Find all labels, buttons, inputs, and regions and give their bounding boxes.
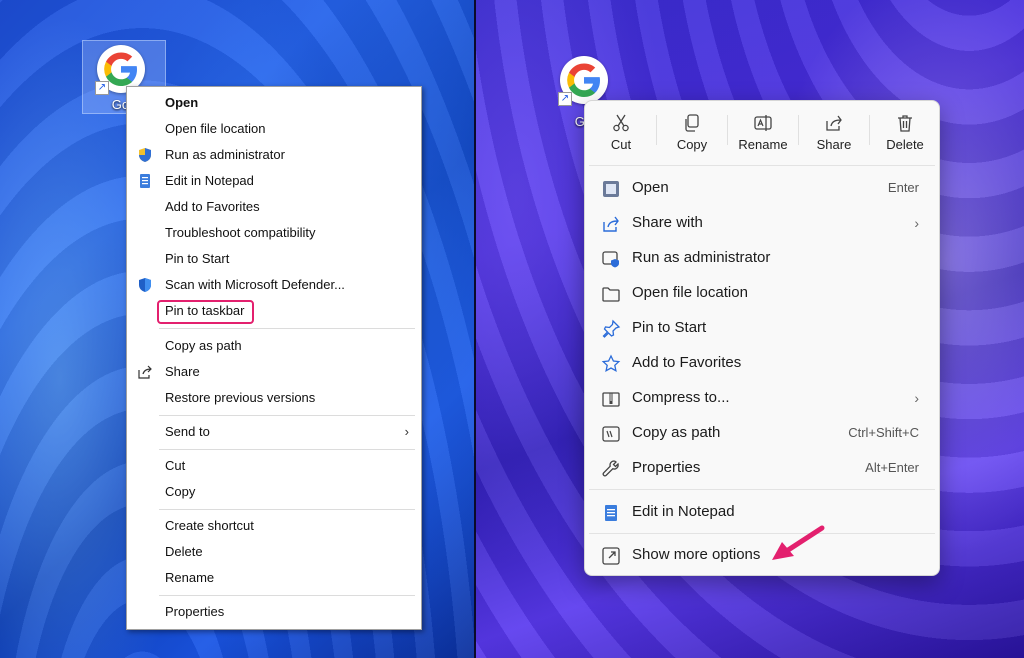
- shortcut-arrow-icon: ↗: [95, 81, 109, 95]
- defender-shield-icon: [139, 278, 151, 292]
- menu-item-copy-as-path[interactable]: Copy as path: [127, 333, 421, 359]
- copy-button[interactable]: Copy: [662, 109, 722, 159]
- folder-icon: [602, 287, 620, 302]
- menu-toolbar: Cut Copy Rename Share Delete: [585, 101, 939, 163]
- notepad-icon: [605, 505, 617, 521]
- menu-item-open[interactable]: Open Enter: [591, 171, 935, 205]
- menu-item-compress-to[interactable]: Compress to... ›: [591, 381, 935, 415]
- menu-separator: [159, 415, 415, 416]
- toolbar-separator: [798, 115, 799, 145]
- menu-item-edit-in-notepad[interactable]: Edit in Notepad: [127, 168, 421, 194]
- menu-item-cut[interactable]: Cut: [127, 453, 421, 479]
- cut-button[interactable]: Cut: [591, 109, 651, 159]
- menu-item-show-more-options[interactable]: Show more options: [591, 538, 935, 572]
- menu-separator: [589, 489, 935, 490]
- zip-folder-icon: [602, 392, 620, 407]
- menu-item-add-to-favorites[interactable]: Add to Favorites: [591, 346, 935, 380]
- submenu-chevron-icon: ›: [914, 390, 919, 406]
- menu-item-pin-to-start[interactable]: Pin to Start: [127, 246, 421, 272]
- menu-separator: [589, 533, 935, 534]
- submenu-chevron-icon: ›: [914, 215, 919, 231]
- menu-item-properties[interactable]: Properties: [127, 599, 421, 625]
- menu-item-open-file-location[interactable]: Open file location: [591, 276, 935, 310]
- menu-separator: [159, 509, 415, 510]
- shortcut-arrow-icon: ↗: [558, 92, 572, 106]
- menu-item-delete[interactable]: Delete: [127, 539, 421, 565]
- admin-shield-icon: [602, 251, 619, 268]
- pin-icon: [602, 319, 621, 338]
- rename-label: Rename: [738, 137, 788, 152]
- win11-context-menu: Cut Copy Rename Share Delete Open Enter …: [584, 100, 940, 576]
- delete-label: Delete: [886, 137, 924, 152]
- notepad-icon: [140, 174, 150, 188]
- menu-separator: [159, 449, 415, 450]
- menu-separator: [589, 165, 935, 166]
- share-icon: [826, 115, 842, 131]
- share-icon: [138, 365, 152, 379]
- menu-separator: [159, 595, 415, 596]
- trash-icon: [898, 115, 912, 132]
- copy-icon: [685, 114, 699, 132]
- menu-item-run-as-administrator[interactable]: Run as administrator: [591, 241, 935, 275]
- menu-item-edit-in-notepad[interactable]: Edit in Notepad: [591, 495, 935, 529]
- menu-item-pin-to-start[interactable]: Pin to Start: [591, 311, 935, 345]
- menu-item-troubleshoot-compatibility[interactable]: Troubleshoot compatibility: [127, 220, 421, 246]
- menu-item-share-with[interactable]: Share with ›: [591, 206, 935, 240]
- menu-item-restore-previous-versions[interactable]: Restore previous versions: [127, 385, 421, 411]
- left-screenshot-panel: ↗ Goo Open Open file location Run as adm…: [0, 0, 474, 658]
- share-with-icon: [603, 216, 619, 232]
- menu-item-run-as-administrator[interactable]: Run as administrator: [127, 142, 421, 168]
- uac-shield-icon: [139, 148, 151, 162]
- star-icon: [601, 354, 621, 372]
- submenu-chevron-icon: ›: [404, 424, 409, 439]
- rename-button[interactable]: Rename: [733, 109, 793, 159]
- right-screenshot-panel: ↗ Goo Cut Copy Rename Share: [476, 0, 1024, 658]
- copy-label: Copy: [676, 137, 708, 152]
- share-label: Share: [816, 137, 852, 152]
- delete-button[interactable]: Delete: [875, 109, 935, 159]
- menu-item-share[interactable]: Share: [127, 359, 421, 385]
- menu-item-open-file-location[interactable]: Open file location: [127, 116, 421, 142]
- menu-item-add-to-favorites[interactable]: Add to Favorites: [127, 194, 421, 220]
- menu-item-create-shortcut[interactable]: Create shortcut: [127, 513, 421, 539]
- menu-item-open[interactable]: Open: [127, 90, 421, 116]
- pin-to-taskbar-highlight: [157, 300, 254, 324]
- menu-item-copy-as-path[interactable]: Copy as path Ctrl+Shift+C: [591, 416, 935, 450]
- copy-path-icon: [602, 426, 620, 442]
- scissors-icon: [613, 114, 629, 132]
- classic-context-menu: Open Open file location Run as administr…: [126, 86, 422, 630]
- pink-annotation-arrow-icon: [772, 525, 825, 560]
- toolbar-separator: [656, 115, 657, 145]
- menu-item-scan-with-defender[interactable]: Scan with Microsoft Defender...: [127, 272, 421, 298]
- menu-item-copy[interactable]: Copy: [127, 479, 421, 505]
- share-button[interactable]: Share: [804, 109, 864, 159]
- menu-separator: [159, 328, 415, 329]
- toolbar-separator: [727, 115, 728, 145]
- wrench-icon: [602, 460, 619, 477]
- toolbar-separator: [869, 115, 870, 145]
- rename-icon: [754, 115, 772, 131]
- menu-item-send-to[interactable]: Send to ›: [127, 419, 421, 445]
- cut-label: Cut: [610, 137, 632, 152]
- open-app-icon: [603, 181, 619, 197]
- menu-item-properties[interactable]: Properties Alt+Enter: [591, 451, 935, 485]
- menu-item-rename[interactable]: Rename: [127, 565, 421, 591]
- show-more-options-icon: [602, 547, 620, 565]
